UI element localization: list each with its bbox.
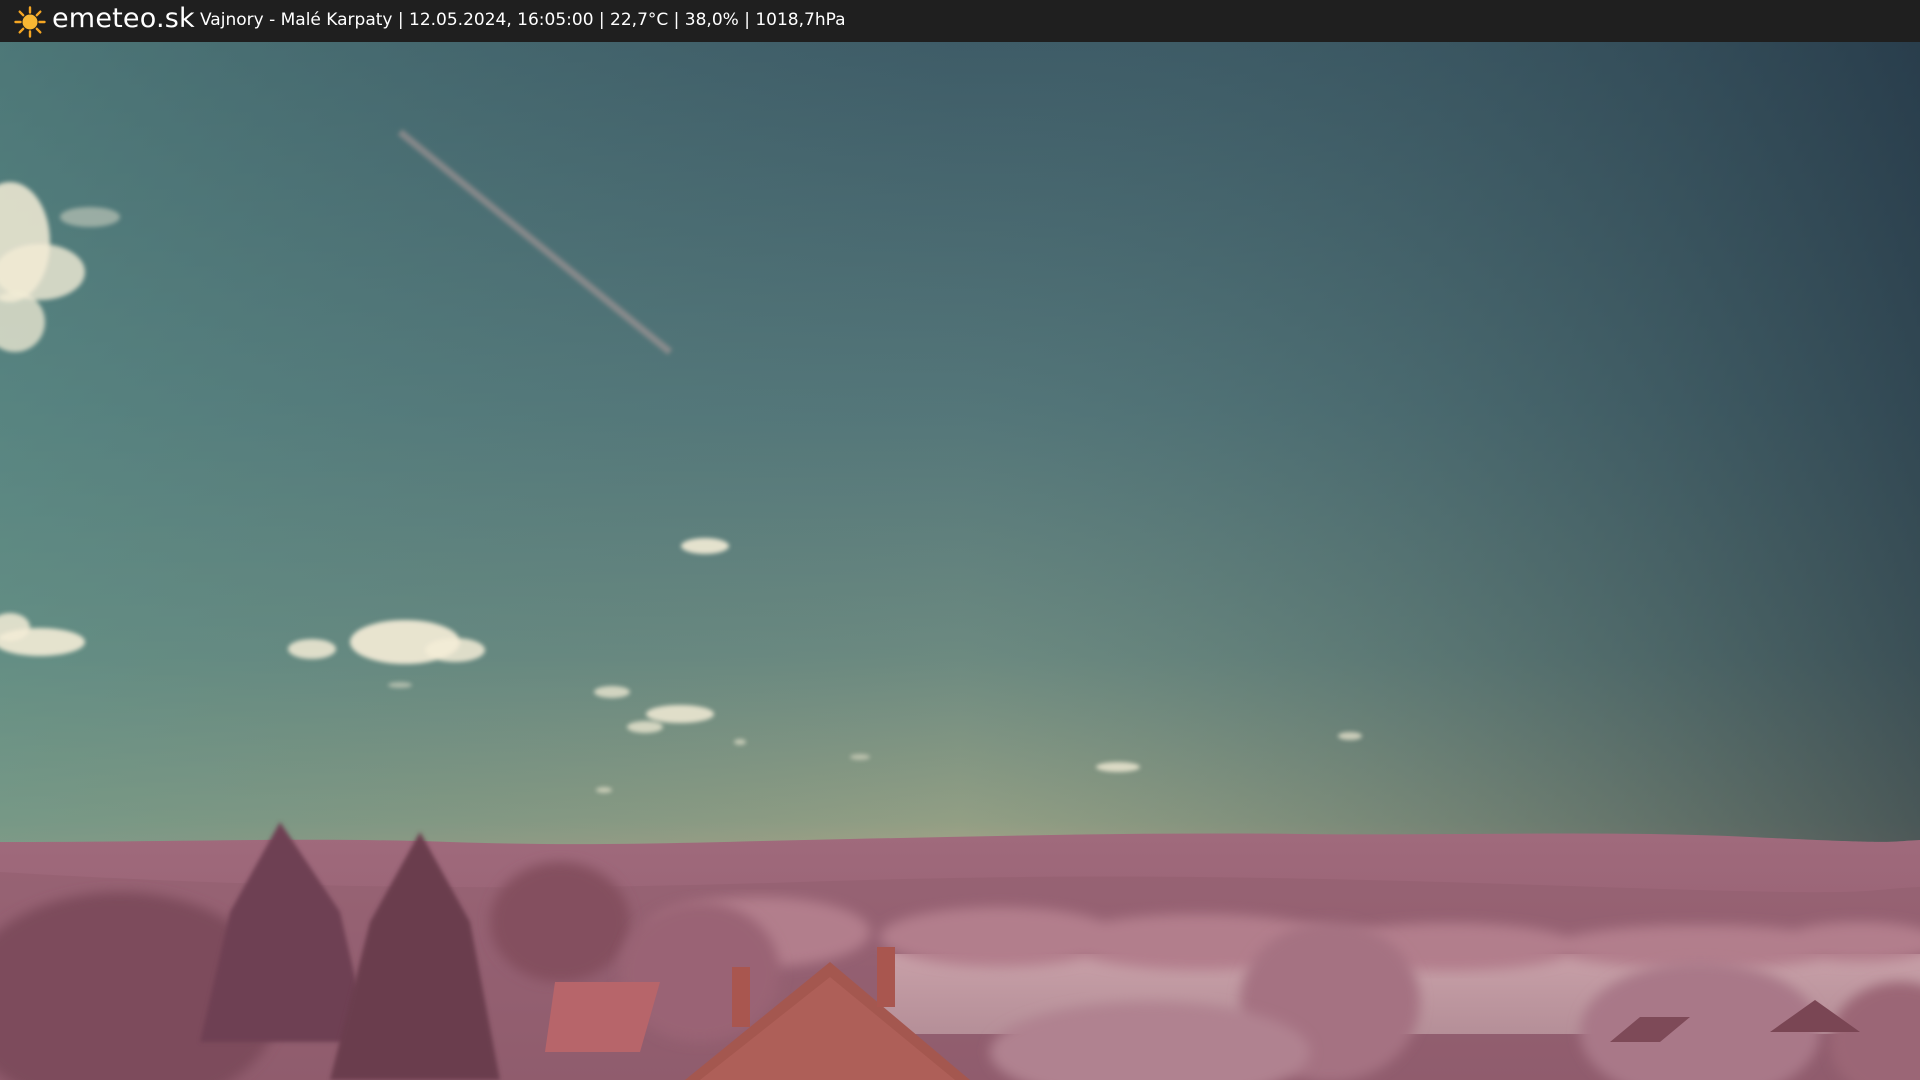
webcam-scene — [0, 42, 1920, 1080]
sun-icon[interactable] — [14, 6, 46, 38]
site-logo-text[interactable]: emeteo.sk — [52, 3, 195, 34]
station-info: Vajnory - Malé Karpaty | 12.05.2024, 16:… — [200, 10, 846, 30]
webcam-image — [0, 42, 1920, 1080]
header-bar: emeteo.sk Vajnory - Malé Karpaty | 12.05… — [0, 0, 1920, 42]
